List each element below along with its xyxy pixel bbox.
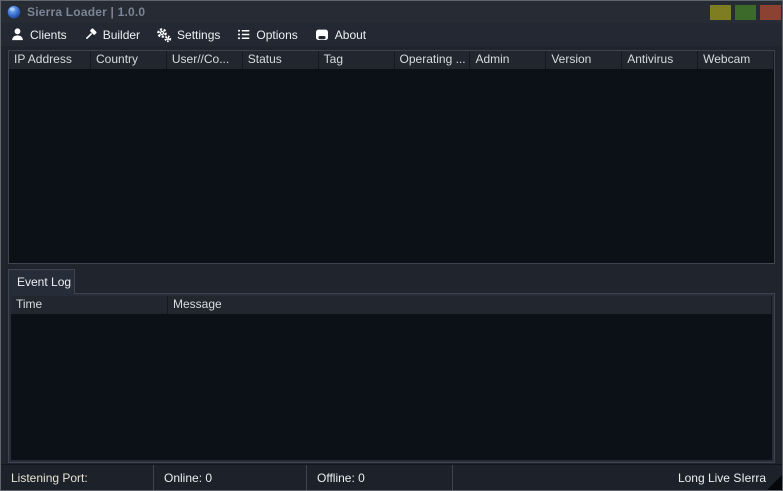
list-icon: [236, 27, 251, 42]
window-controls: [710, 5, 782, 20]
builder-button[interactable]: Builder: [76, 23, 149, 46]
event-log-panel: Time Message: [8, 293, 775, 463]
col-message[interactable]: Message: [168, 296, 772, 314]
settings-label: Settings: [177, 28, 220, 42]
col-tag[interactable]: Tag: [319, 51, 395, 69]
about-button[interactable]: About: [307, 23, 375, 46]
clients-label: Clients: [30, 28, 67, 42]
clients-table: IP Address Country User//Co... Status Ta…: [8, 50, 775, 264]
maximize-button[interactable]: [735, 5, 756, 20]
hammer-icon: [83, 27, 98, 42]
event-log-body[interactable]: [11, 314, 772, 460]
toolbar: Clients Builder Settings: [1, 23, 782, 46]
offline-count-status: Offline: 0: [306, 465, 452, 490]
resize-grip[interactable]: [767, 475, 782, 490]
clients-button[interactable]: Clients: [3, 23, 76, 46]
col-version[interactable]: Version: [546, 51, 622, 69]
col-status[interactable]: Status: [243, 51, 319, 69]
status-bar: Listening Port: Online: 0 Offline: 0 Lon…: [1, 464, 782, 490]
clients-table-header: IP Address Country User//Co... Status Ta…: [9, 51, 774, 69]
clients-table-body[interactable]: [9, 69, 774, 263]
col-admin[interactable]: Admin: [470, 51, 546, 69]
options-label: Options: [256, 28, 297, 42]
about-label: About: [335, 28, 366, 42]
col-operating[interactable]: Operating ...: [395, 51, 471, 69]
col-ip-address[interactable]: IP Address: [9, 51, 91, 69]
app-window: Sierra Loader | 1.0.0 Clients Builder: [0, 0, 783, 491]
listening-port-status: Listening Port:: [1, 465, 153, 490]
options-button[interactable]: Options: [229, 23, 306, 46]
event-log-tab-label: Event Log: [17, 275, 71, 289]
inbox-icon: [314, 27, 330, 42]
close-button[interactable]: [760, 5, 781, 20]
col-country[interactable]: Country: [91, 51, 167, 69]
motto-status: Long Live SIerra: [452, 465, 782, 490]
window-title: Sierra Loader | 1.0.0: [27, 5, 145, 19]
event-log-table: Time Message: [11, 296, 772, 460]
minimize-button[interactable]: [710, 5, 731, 20]
tab-event-log[interactable]: Event Log: [8, 269, 75, 294]
col-time[interactable]: Time: [11, 296, 168, 314]
event-log-header: Time Message: [11, 296, 772, 314]
col-webcam[interactable]: Webcam: [698, 51, 774, 69]
builder-label: Builder: [103, 28, 140, 42]
col-user-co[interactable]: User//Co...: [167, 51, 243, 69]
gears-icon: [156, 27, 172, 43]
title-bar: Sierra Loader | 1.0.0: [1, 1, 782, 23]
online-count-status: Online: 0: [153, 465, 306, 490]
app-logo-icon: [6, 4, 22, 20]
settings-button[interactable]: Settings: [149, 23, 229, 46]
col-antivirus[interactable]: Antivirus: [622, 51, 698, 69]
person-icon: [10, 27, 25, 42]
